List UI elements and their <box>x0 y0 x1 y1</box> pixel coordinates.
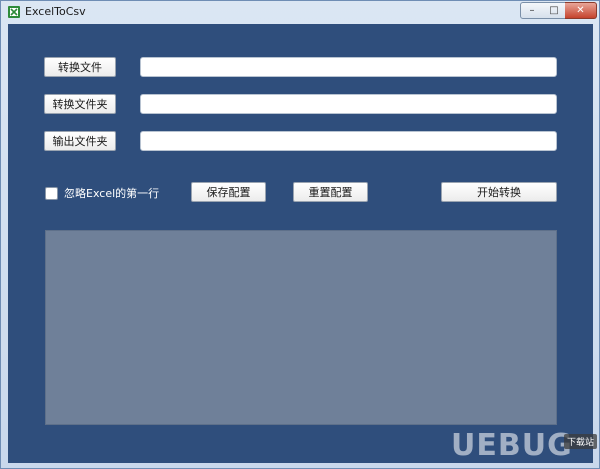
output-folder-path-input[interactable] <box>140 131 557 151</box>
output-folder-button[interactable]: 输出文件夹 <box>44 131 116 151</box>
window-title: ExcelToCsv <box>25 5 86 18</box>
watermark-badge: 下载站 <box>563 434 597 449</box>
convert-folder-button[interactable]: 转换文件夹 <box>44 94 116 114</box>
ignore-first-row-label: 忽略Excel的第一行 <box>64 187 160 200</box>
minimize-button[interactable]: – <box>520 2 544 19</box>
site-watermark: UEBUG 下载站 <box>451 426 597 466</box>
start-convert-button[interactable]: 开始转换 <box>441 182 557 202</box>
watermark-logo-text: UEBUG <box>451 428 573 463</box>
ignore-first-row-checkbox[interactable] <box>45 187 58 200</box>
log-output-area[interactable] <box>45 230 557 425</box>
main-panel: 转换文件 转换文件夹 输出文件夹 忽略Excel的第一行 保存配置 重置配置 开… <box>8 24 593 463</box>
excel-app-icon <box>8 6 20 18</box>
convert-file-path-input[interactable] <box>140 57 557 77</box>
reset-config-button[interactable]: 重置配置 <box>293 182 368 202</box>
maximize-button[interactable]: □ <box>543 2 566 19</box>
title-bar[interactable]: ExcelToCsv – □ ✕ <box>1 1 599 23</box>
convert-folder-path-input[interactable] <box>140 94 557 114</box>
app-window: ExcelToCsv – □ ✕ 转换文件 转换文件夹 输出文件夹 忽略Exce… <box>0 0 600 469</box>
close-button[interactable]: ✕ <box>565 2 597 19</box>
save-config-button[interactable]: 保存配置 <box>191 182 266 202</box>
convert-file-button[interactable]: 转换文件 <box>44 57 116 77</box>
